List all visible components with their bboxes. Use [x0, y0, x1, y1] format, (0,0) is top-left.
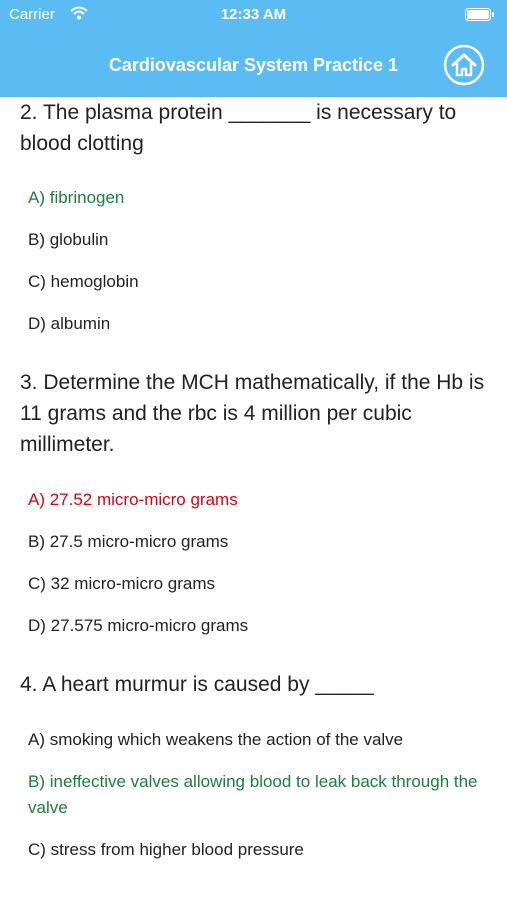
answer-option[interactable]: C) 32 micro-micro grams	[28, 571, 478, 597]
answer-option[interactable]: C) hemoglobin	[28, 269, 478, 295]
question-text: 3. Determine the MCH mathematically, if …	[20, 371, 485, 456]
question-block: 4. A heart murmur is caused by _____ A) …	[0, 639, 507, 863]
question-text: 2. The plasma protein _______ is necessa…	[20, 101, 457, 155]
question-text: 4. A heart murmur is caused by _____	[20, 673, 374, 696]
answer-option[interactable]: B) 27.5 micro-micro grams	[28, 529, 478, 555]
answer-option[interactable]: B) ineffective valves allowing blood to …	[28, 769, 478, 821]
status-bar: Carrier 12:33 AM	[0, 0, 507, 30]
nav-header: Carrier 12:33 AM Cardiovascular System P…	[0, 0, 507, 97]
question-block: 3. Determine the MCH mathematically, if …	[0, 337, 507, 639]
home-button[interactable]	[443, 44, 485, 86]
answer-option[interactable]: A) smoking which weakens the action of t…	[28, 727, 478, 753]
answer-option[interactable]: A) 27.52 micro-micro grams	[28, 487, 478, 513]
answer-option[interactable]: C) stress from higher blood pressure	[28, 837, 478, 863]
options-list: A) smoking which weakens the action of t…	[0, 727, 507, 863]
page-title: Cardiovascular System Practice 1	[108, 55, 399, 75]
answer-option[interactable]: A) fibrinogen	[28, 185, 478, 211]
options-list: A) fibrinogen B) globulin C) hemoglobin …	[0, 185, 507, 337]
answer-option[interactable]: B) globulin	[28, 227, 478, 253]
question-block: 2. The plasma protein _______ is necessa…	[0, 97, 507, 337]
quiz-content: 2. The plasma protein _______ is necessa…	[0, 97, 507, 900]
battery-icon	[465, 8, 494, 21]
options-list: A) 27.52 micro-micro grams B) 27.5 micro…	[0, 487, 507, 639]
answer-option[interactable]: D) albumin	[28, 311, 478, 337]
home-icon	[451, 53, 477, 77]
status-time: 12:33 AM	[220, 6, 287, 23]
answer-option[interactable]: D) 27.575 micro-micro grams	[28, 613, 478, 639]
